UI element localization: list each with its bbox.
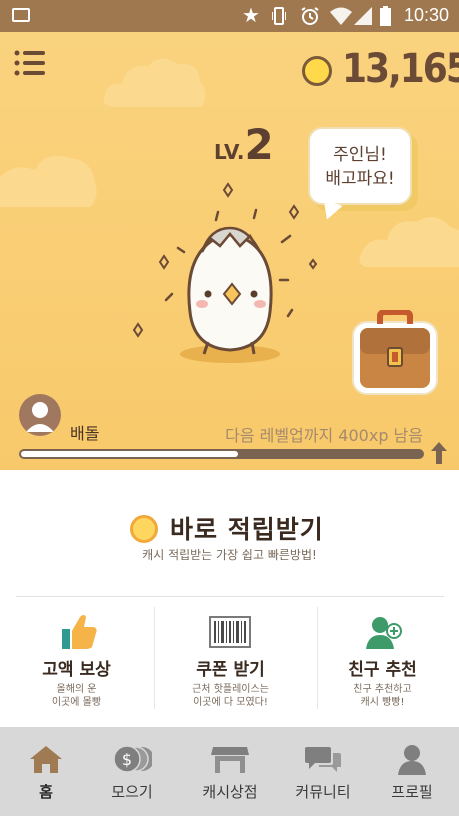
nav-profile[interactable]: 프로필: [366, 727, 458, 816]
battery-icon: [380, 6, 391, 26]
coin-balance: 13,165: [342, 46, 459, 92]
level-prefix: LV.: [214, 140, 245, 164]
instant-earn-subtitle: 캐시 적립받는 가장 쉽고 빠른방법!: [142, 548, 317, 562]
nav-label: 커뮤니티: [295, 783, 351, 801]
feature-high-reward[interactable]: 고액 보상 올해의 운 이곳에 몰빵: [0, 597, 153, 727]
chick-character[interactable]: [120, 172, 340, 372]
vibrate-icon: [272, 7, 286, 25]
barcode-icon: [209, 616, 251, 648]
level-indicator: LV.2: [214, 120, 274, 169]
level-up-arrow-icon: [431, 442, 447, 464]
nav-label: 프로필: [391, 783, 433, 801]
menu-icon[interactable]: [14, 50, 46, 76]
nav-cash-shop[interactable]: 캐시상점: [184, 727, 276, 816]
nav-label: 홈: [39, 783, 53, 801]
coin-icon: [130, 515, 158, 543]
feature-coupon[interactable]: 쿠폰 받기 근처 핫플레이스는 이곳에 다 모였다!: [154, 597, 307, 727]
xp-progress-bar: [19, 449, 424, 459]
nav-label: 캐시상점: [202, 783, 258, 801]
nav-collect[interactable]: $ 모으기: [86, 727, 178, 816]
feature-title: 고액 보상: [42, 660, 111, 680]
character-area: 13,165 LV.2 주인님! 배고파요! 배돌 다음 레벨업까지 400xp…: [0, 32, 459, 470]
feature-desc: 근처 핫플레이스는 이곳에 다 모였다!: [192, 684, 269, 708]
status-time: 10:30: [404, 5, 450, 25]
nav-label: 모으기: [111, 783, 153, 801]
feature-title: 쿠폰 받기: [196, 660, 265, 680]
coins-icon: $: [113, 745, 152, 773]
profile-icon: [398, 745, 426, 775]
star-icon: ★: [242, 3, 260, 27]
signal-icon: [354, 7, 372, 25]
feature-menu: 고액 보상 올해의 운 이곳에 몰빵 쿠폰 받기 근처 핫플레이스는 이곳에 다…: [0, 597, 459, 727]
cloud-decoration: [359, 217, 459, 267]
bottom-navigation: 홈 $ 모으기 캐시상점 커뮤니티 프로필: [0, 727, 459, 816]
cloud-decoration: [0, 155, 97, 207]
thumbs-up-icon: [62, 615, 97, 649]
shop-icon: [211, 747, 249, 773]
cloud-decoration: [103, 58, 206, 107]
feature-friend-invite[interactable]: 친구 추천 친구 추천하고 캐시 빵빵!: [306, 597, 459, 727]
add-friend-icon: [366, 617, 402, 649]
instant-earn-button[interactable]: 바로 적립받기 캐시 적립받는 가장 쉽고 빠른방법!: [0, 470, 459, 596]
level-number: 2: [244, 120, 274, 169]
xp-progress-fill: [21, 451, 238, 457]
xp-remaining-text: 다음 레벨업까지 400xp 남음: [225, 426, 423, 445]
instant-earn-title: 바로 적립받기: [170, 515, 324, 544]
chat-icon: [305, 747, 341, 772]
status-bar: ★ 10:30: [0, 0, 459, 32]
nav-home[interactable]: 홈: [0, 727, 92, 816]
user-avatar[interactable]: [19, 394, 61, 436]
feature-desc: 올해의 운 이곳에 몰빵: [51, 684, 102, 708]
alarm-icon: [301, 7, 319, 25]
coin-icon: [302, 56, 332, 86]
wifi-icon: [330, 7, 352, 25]
svg-text:$: $: [122, 750, 132, 769]
feature-title: 친구 추천: [348, 660, 417, 680]
image-notification-icon: [12, 8, 30, 22]
treasure-bag-icon[interactable]: [350, 310, 440, 396]
avatar-icon: [26, 402, 54, 432]
home-icon: [30, 746, 62, 773]
nav-community[interactable]: 커뮤니티: [277, 727, 369, 816]
feature-desc: 친구 추천하고 캐시 빵빵!: [353, 684, 412, 708]
user-nickname: 배돌: [70, 424, 100, 443]
